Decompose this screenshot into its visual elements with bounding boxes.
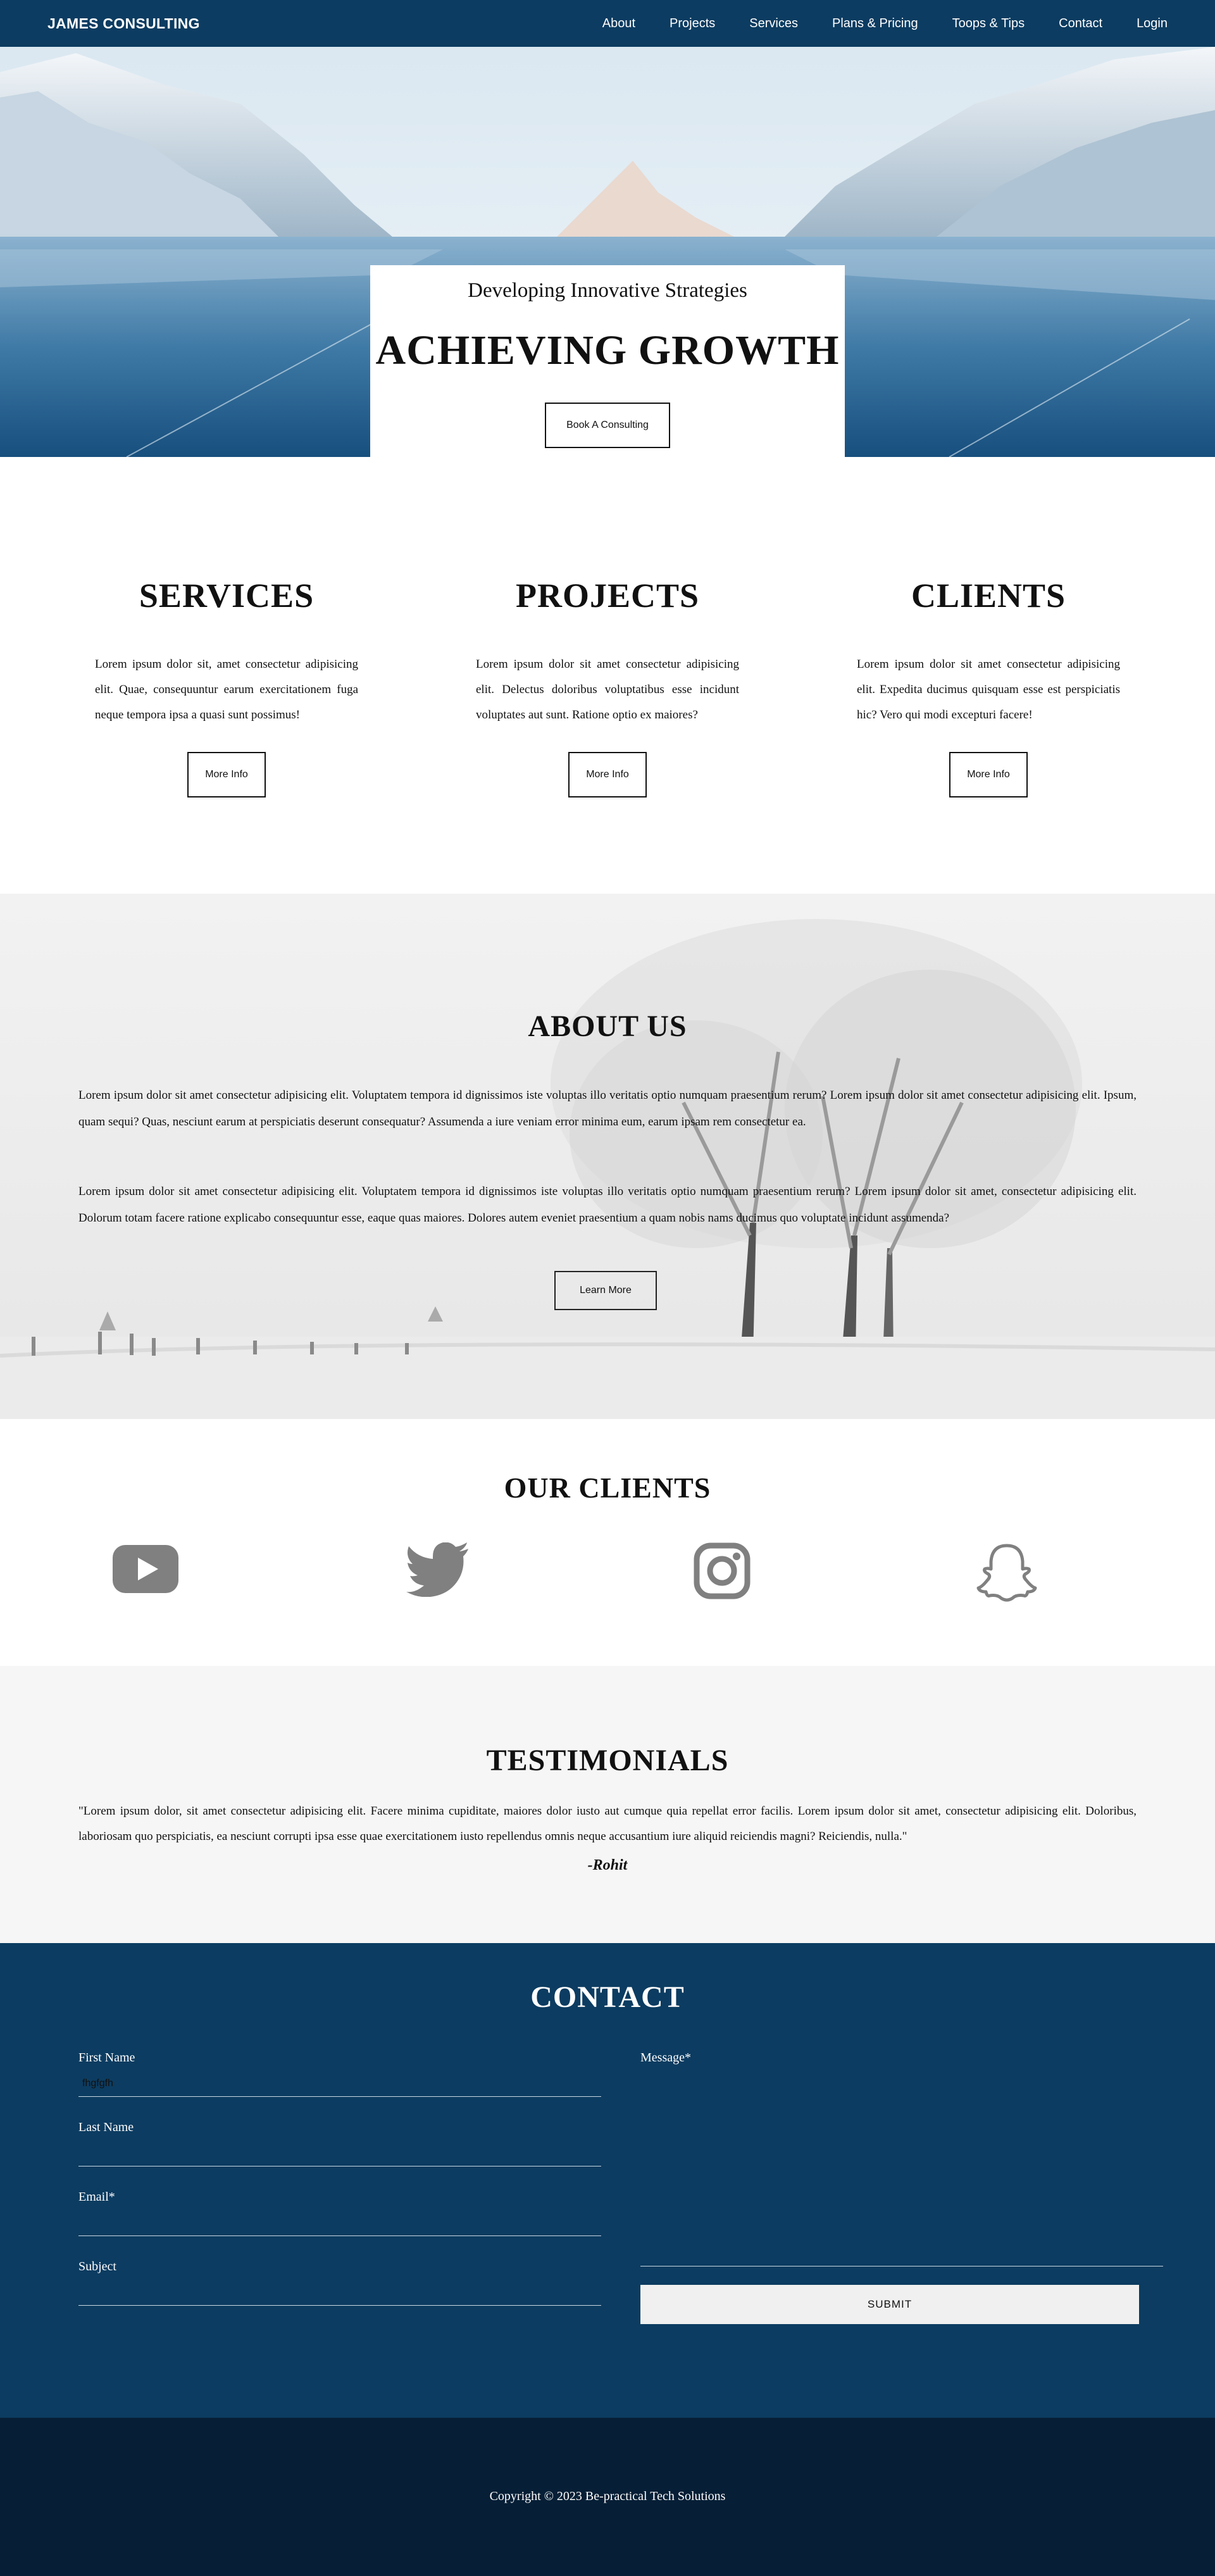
- learn-more-button[interactable]: Learn More: [554, 1271, 657, 1310]
- feature-title: CLIENTS: [911, 577, 1066, 615]
- hero-title: ACHIEVING GROWTH: [375, 327, 840, 373]
- subject-group: Subject: [78, 2260, 601, 2306]
- snapchat-icon: [976, 1544, 1037, 1602]
- nav-link-services[interactable]: Services: [749, 16, 798, 31]
- feature-text: Lorem ipsum dolor sit, amet consectetur …: [95, 658, 358, 722]
- our-clients-title: OUR CLIENTS: [504, 1472, 711, 1504]
- feature-text: Lorem ipsum dolor sit amet consectetur a…: [476, 658, 739, 722]
- copyright-text: Copyright © 2023 Be-practical Tech Solut…: [489, 2489, 726, 2503]
- feature-projects: PROJECTS Lorem ipsum dolor sit amet cons…: [476, 576, 739, 797]
- email-group: Email*: [78, 2190, 601, 2236]
- nav-link-contact[interactable]: Contact: [1059, 16, 1102, 31]
- feature-title: PROJECTS: [515, 577, 700, 615]
- about-title: ABOUT US: [528, 1010, 687, 1043]
- testimonials-title: TESTIMONIALS: [486, 1744, 729, 1777]
- nav-link-about[interactable]: About: [602, 16, 635, 31]
- message-label: Message*: [640, 2051, 691, 2065]
- nav-link-login[interactable]: Login: [1137, 16, 1168, 31]
- last-name-group: Last Name: [78, 2120, 601, 2166]
- testimonial-author: -Rohit: [587, 1857, 628, 1873]
- email-label: Email*: [78, 2190, 115, 2204]
- email-field[interactable]: [78, 2210, 601, 2236]
- about-snowy-tree-image: [0, 894, 1215, 1419]
- subject-label: Subject: [78, 2260, 116, 2273]
- hero-card: Developing Innovative Strategies ACHIEVI…: [370, 265, 845, 457]
- first-name-label: First Name: [78, 2051, 135, 2065]
- nav-links: About Projects Services Plans & Pricing …: [568, 16, 1168, 31]
- brand-logo[interactable]: JAMES CONSULTING: [47, 15, 200, 32]
- hero-subtitle: Developing Innovative Strategies: [468, 279, 747, 302]
- message-group: Message*: [640, 2051, 1163, 2267]
- our-clients-section: OUR CLIENTS: [0, 1419, 1215, 1666]
- hero-section: Developing Innovative Strategies ACHIEVI…: [0, 47, 1215, 457]
- nav-link-projects[interactable]: Projects: [670, 16, 715, 31]
- testimonial-quote: "Lorem ipsum dolor, sit amet consectetur…: [78, 1804, 1137, 1843]
- first-name-field[interactable]: [78, 2070, 601, 2097]
- feature-clients: CLIENTS Lorem ipsum dolor sit amet conse…: [857, 576, 1120, 797]
- instagram-icon: [694, 1542, 751, 1599]
- feature-text: Lorem ipsum dolor sit amet consectetur a…: [857, 658, 1120, 722]
- first-name-group: First Name: [78, 2051, 601, 2097]
- feature-title: SERVICES: [139, 577, 315, 615]
- last-name-field[interactable]: [78, 2140, 601, 2166]
- about-section: ABOUT US Lorem ipsum dolor sit amet cons…: [0, 894, 1215, 1419]
- submit-button[interactable]: SUBMIT: [640, 2285, 1139, 2324]
- about-paragraph-2: Lorem ipsum dolor sit amet consectetur a…: [78, 1185, 1137, 1225]
- services-more-info-button[interactable]: More Info: [187, 752, 266, 797]
- testimonials-section: TESTIMONIALS "Lorem ipsum dolor, sit ame…: [0, 1666, 1215, 1943]
- contact-title: CONTACT: [530, 1980, 685, 2014]
- message-textarea[interactable]: [640, 2070, 1163, 2267]
- projects-more-info-button[interactable]: More Info: [568, 752, 647, 797]
- last-name-label: Last Name: [78, 2120, 134, 2134]
- nav-link-plans-pricing[interactable]: Plans & Pricing: [832, 16, 918, 31]
- top-navbar: JAMES CONSULTING About Projects Services…: [0, 0, 1215, 47]
- youtube-icon: [113, 1545, 178, 1593]
- about-paragraph-1: Lorem ipsum dolor sit amet consectetur a…: [78, 1089, 1137, 1129]
- twitter-icon: [406, 1542, 468, 1597]
- subject-field[interactable]: [78, 2279, 601, 2306]
- features-section: SERVICES Lorem ipsum dolor sit, amet con…: [0, 457, 1215, 894]
- contact-section: CONTACT First Name Last Name Email* Subj…: [0, 1943, 1215, 2418]
- footer: Copyright © 2023 Be-practical Tech Solut…: [0, 2418, 1215, 2576]
- book-consulting-button[interactable]: Book A Consulting: [545, 403, 670, 448]
- clients-more-info-button[interactable]: More Info: [949, 752, 1028, 797]
- nav-link-tips[interactable]: Toops & Tips: [952, 16, 1025, 31]
- feature-services: SERVICES Lorem ipsum dolor sit, amet con…: [95, 576, 358, 797]
